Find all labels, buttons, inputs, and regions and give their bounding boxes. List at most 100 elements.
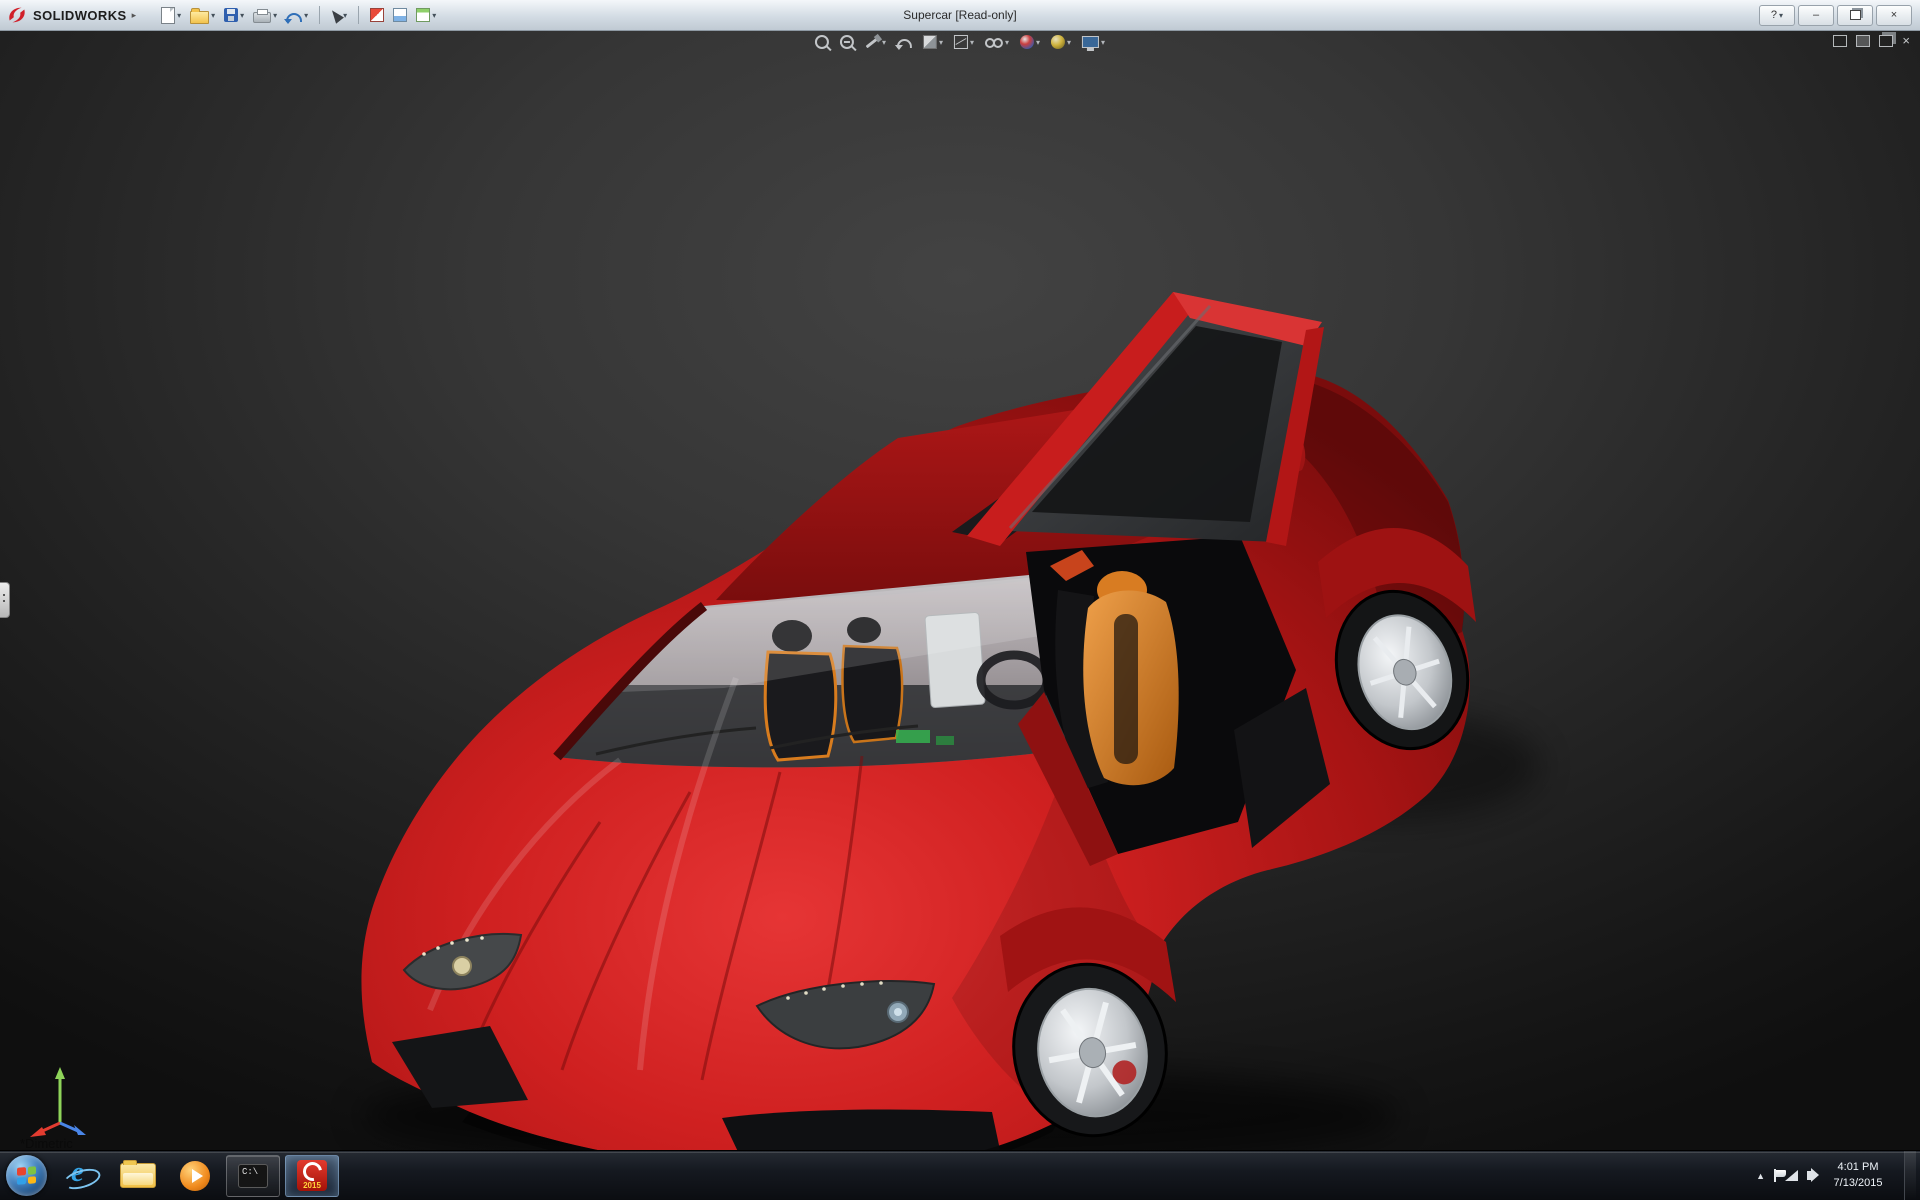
dropdown-caret[interactable]: ▾ [211,11,215,20]
doc-minimize-icon[interactable] [1856,35,1870,47]
heads-up-view-toolbar: ▾ ▾ ▾ ▾ ▾ ▾ ▾ [815,35,1105,49]
dropdown-caret[interactable]: ▾ [1036,38,1040,47]
command-prompt-button[interactable]: C:\ [226,1155,280,1197]
zoom-area-icon [840,35,854,49]
dropdown-caret[interactable]: ▾ [304,11,308,20]
view-settings-button[interactable]: ▾ [1082,36,1105,48]
menu-flyout-icon[interactable]: ▸ [132,10,137,21]
view-settings-icon [1082,36,1099,48]
view-orientation-button[interactable]: ▾ [923,35,943,49]
solidworks-year-badge: 2015 [303,1182,321,1190]
undo-button[interactable]: ▾ [283,7,311,24]
hide-show-items-button[interactable]: ▾ [985,38,1009,47]
select-cursor-icon [328,7,344,23]
edit-appearance-button[interactable]: ▾ [1020,35,1040,49]
zoom-fit-button[interactable] [815,35,829,49]
car-model-render[interactable] [0,30,1920,1151]
feature-manager-handle[interactable] [0,582,10,618]
print-button[interactable]: ▾ [250,6,280,25]
network-icon[interactable] [1785,1170,1798,1181]
close-icon: × [1891,9,1897,21]
folder-icon [120,1163,156,1188]
options-button[interactable]: ▾ [413,6,439,24]
help-button[interactable]: ?▾ [1759,5,1795,26]
restore-button[interactable] [1837,5,1873,26]
doc-new-window-icon[interactable] [1833,35,1847,47]
section-view-icon [866,36,880,48]
new-document-button[interactable]: ▾ [158,5,184,26]
internet-explorer-button[interactable]: e [55,1156,107,1196]
brand-text: SOLIDWORKS [33,8,127,23]
minimize-button[interactable]: – [1798,5,1834,26]
media-player-icon [180,1161,210,1191]
window-title: Supercar [Read-only] [903,0,1016,30]
dropdown-caret[interactable]: ▾ [240,11,244,20]
hide-show-items-icon [985,38,1003,47]
save-button[interactable]: ▾ [221,6,247,24]
show-desktop-button[interactable] [1904,1151,1916,1200]
solidworks-logo-icon [6,4,28,26]
toolbar-separator [319,6,320,24]
save-icon [224,8,238,22]
zoom-area-button[interactable] [840,35,854,49]
dropdown-caret[interactable]: ▾ [1005,38,1009,47]
action-center-icon[interactable] [1774,1169,1776,1182]
taskbar: e C:\ 2015 ▲ 4:01 PM 7/13/2015 [0,1150,1920,1200]
doc-restore-icon[interactable] [1879,35,1893,47]
menu-bar: SOLIDWORKS ▸ ▾ ▾ ▾ ▾ ▾ ▾ ▾ Supercar [Rea… [0,0,1920,31]
file-properties-icon [393,8,407,22]
dropdown-caret[interactable]: ▾ [970,38,974,47]
solidworks-app-icon: 2015 [297,1160,327,1191]
dropdown-caret[interactable]: ▾ [1101,38,1105,47]
command-prompt-icon: C:\ [238,1164,268,1188]
print-icon [253,12,271,23]
previous-view-icon [897,39,912,48]
section-view-button[interactable]: ▾ [865,38,886,47]
volume-icon[interactable] [1807,1171,1812,1180]
view-orientation-icon [923,35,937,49]
dropdown-caret[interactable]: ▾ [939,38,943,47]
media-player-button[interactable] [169,1156,221,1196]
windows-explorer-button[interactable] [112,1156,164,1196]
dropdown-caret[interactable]: ▾ [432,11,436,20]
clock-date: 7/13/2015 [1827,1176,1889,1191]
internet-explorer-icon: e [64,1160,98,1192]
previous-view-button[interactable] [897,36,912,48]
quick-toolbar: ▾ ▾ ▾ ▾ ▾ ▾ ▾ [158,5,439,26]
edit-appearance-icon [1020,35,1034,49]
dropdown-caret[interactable]: ▾ [1067,38,1071,47]
orientation-triad [26,1059,96,1139]
dropdown-caret[interactable]: ▾ [882,38,886,47]
dropdown-caret[interactable]: ▾ [273,11,277,20]
dropdown-caret[interactable]: ▾ [343,11,347,20]
windows-flag-icon [17,1166,36,1185]
display-style-icon [954,35,968,49]
close-button[interactable]: × [1876,5,1912,26]
system-tray: ▲ 4:01 PM 7/13/2015 [1756,1151,1920,1200]
viewport[interactable]: ▾ ▾ ▾ ▾ ▾ ▾ ▾ × *Dimetric [0,30,1920,1151]
doc-close-icon[interactable]: × [1902,36,1910,46]
taskbar-clock[interactable]: 4:01 PM 7/13/2015 [1827,1160,1889,1191]
apply-scene-icon [1051,35,1065,49]
minimize-icon: – [1813,9,1819,21]
restore-icon [1850,10,1861,20]
open-icon [190,11,209,24]
xpress-tools-button[interactable] [367,6,387,24]
solidworks-taskbar-button[interactable]: 2015 [285,1155,339,1197]
help-icon: ? [1771,9,1777,21]
new-document-icon [161,7,175,24]
file-properties-button[interactable] [390,6,410,24]
select-button[interactable]: ▾ [328,7,350,24]
clock-time: 4:01 PM [1827,1160,1889,1175]
zoom-fit-icon [815,35,829,49]
solidworks-menu[interactable]: SOLIDWORKS ▸ [0,4,144,26]
toolbar-separator [358,6,359,24]
dropdown-caret[interactable]: ▾ [1779,11,1783,20]
show-hidden-icons-button[interactable]: ▲ [1756,1171,1765,1181]
start-button[interactable] [6,1155,47,1196]
apply-scene-button[interactable]: ▾ [1051,35,1071,49]
options-table-icon [416,8,430,22]
dropdown-caret[interactable]: ▾ [177,11,181,20]
display-style-button[interactable]: ▾ [954,35,974,49]
open-button[interactable]: ▾ [187,5,218,26]
